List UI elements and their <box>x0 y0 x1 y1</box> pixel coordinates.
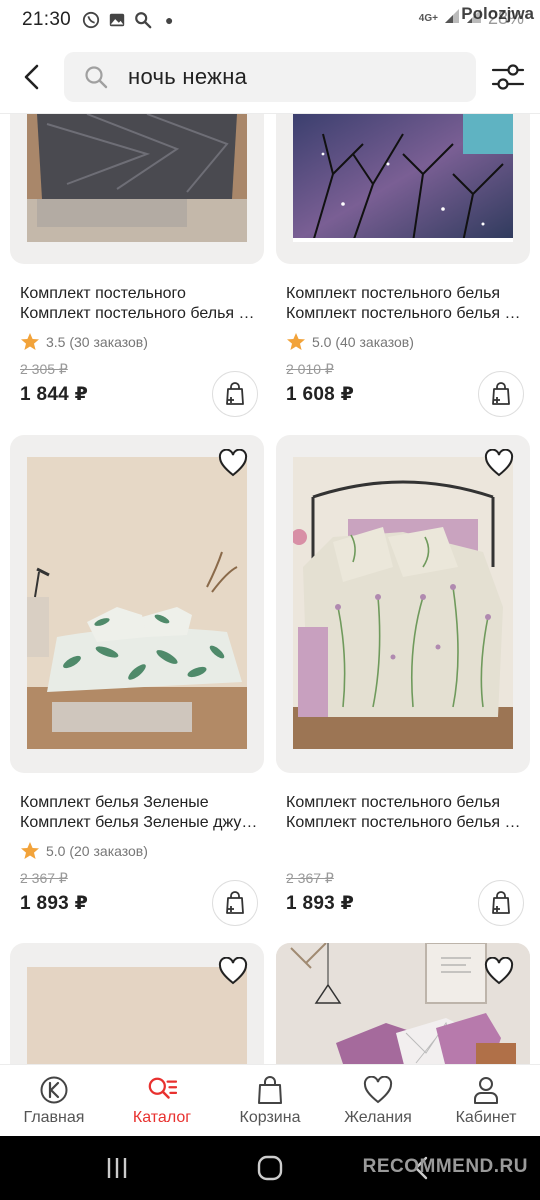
cart-add-icon <box>492 382 510 405</box>
cart-add-icon <box>226 891 244 914</box>
product-image[interactable] <box>10 114 264 264</box>
product-image[interactable] <box>10 943 264 1064</box>
cart-add-icon <box>226 382 244 405</box>
heart-icon[interactable] <box>218 449 248 477</box>
star-icon <box>21 333 39 350</box>
rating-value: 5.0 <box>46 843 66 859</box>
filter-button[interactable] <box>488 57 528 97</box>
old-price: 2 305 ₽ <box>20 361 68 377</box>
product-rating: 5.0 (40 заказов) <box>286 332 414 352</box>
search-icon <box>82 63 110 91</box>
product-photo-black-bird <box>293 114 513 242</box>
star-icon <box>287 333 305 350</box>
old-price: 2 367 ₽ <box>286 870 334 886</box>
product-title-line: Комплект белья Зеленые <box>20 794 209 811</box>
watermark-username: Polozjwa <box>461 4 534 23</box>
rating-value: 3.5 <box>46 334 66 350</box>
catalog-search-icon <box>147 1075 177 1105</box>
search-input[interactable]: ночь нежна <box>64 51 476 102</box>
old-price: 2 010 ₽ <box>286 361 334 377</box>
home-k-icon <box>39 1075 69 1105</box>
product-photo-beige-wall <box>27 967 247 1064</box>
watermark-logo: RECOMMEND.RU <box>362 1156 528 1177</box>
product-photo-taula-floral <box>293 457 513 749</box>
product-title: Комплект постельного белья Ночь Нежна Га… <box>20 305 260 322</box>
recents-button[interactable] <box>92 1148 142 1188</box>
product-title-line: Комплект постельного <box>20 285 186 302</box>
product-rating: 3.5 (30 заказов) <box>20 332 148 352</box>
star-icon <box>21 842 39 859</box>
heart-icon[interactable] <box>484 957 514 985</box>
product-card[interactable]: Комплект белья Зеленые Комплект белья Зе… <box>10 435 264 926</box>
add-to-cart-button[interactable] <box>478 371 524 417</box>
home-system-icon <box>257 1155 283 1181</box>
product-image[interactable] <box>276 943 530 1064</box>
back-button[interactable] <box>12 57 52 97</box>
product-card[interactable]: Комплект постельного белья Комплект пост… <box>276 114 530 417</box>
rating-orders: (20 заказов) <box>69 843 148 859</box>
product-title: Комплект белья Зеленые джунгли Поплин 2 … <box>20 814 260 831</box>
add-to-cart-button[interactable] <box>212 371 258 417</box>
recents-icon <box>107 1158 126 1178</box>
network-type: 4G+ <box>418 12 438 24</box>
search-status-icon <box>133 10 153 30</box>
product-title-line: Комплект постельного белья <box>286 285 501 302</box>
heart-icon[interactable] <box>218 957 248 985</box>
rating-orders: (30 заказов) <box>69 334 148 350</box>
product-image[interactable] <box>276 435 530 773</box>
nav-home-label: Главная <box>23 1109 85 1126</box>
price: 1 893 ₽ <box>286 893 355 914</box>
notification-dot-icon: ● <box>165 12 174 28</box>
price: 1 844 ₽ <box>20 384 89 405</box>
add-to-cart-button[interactable] <box>212 880 258 926</box>
profile-icon <box>471 1075 501 1105</box>
product-title: Комплект постельного белья Ночь Нежна Та… <box>286 814 526 831</box>
search-header: ночь нежна <box>0 40 540 114</box>
product-photo-grey-bedding <box>27 114 247 242</box>
search-query: ночь нежна <box>128 63 248 89</box>
price: 1 893 ₽ <box>20 893 89 914</box>
nav-wishlist[interactable]: Желания <box>324 1075 432 1127</box>
product-title-line: Комплект постельного белья <box>286 794 501 811</box>
cart-add-icon <box>492 891 510 914</box>
nav-profile[interactable]: Кабинет <box>432 1075 540 1127</box>
product-card[interactable] <box>276 943 530 1064</box>
old-price: 2 367 ₽ <box>20 870 68 886</box>
filter-sliders-icon <box>491 63 525 90</box>
product-card[interactable]: Комплект постельного Комплект постельног… <box>10 114 264 417</box>
product-photo-green-jungle <box>27 457 247 749</box>
nav-profile-label: Кабинет <box>455 1109 517 1126</box>
nav-catalog[interactable]: Каталог <box>108 1075 216 1127</box>
nav-wishlist-label: Желания <box>344 1109 412 1126</box>
gallery-icon <box>107 10 127 30</box>
product-card[interactable]: Комплект постельного белья Комплект пост… <box>276 435 530 926</box>
rating-orders: (40 заказов) <box>335 334 414 350</box>
nav-home[interactable]: Главная <box>0 1075 108 1127</box>
cart-bag-icon <box>255 1075 285 1105</box>
add-to-cart-button[interactable] <box>478 880 524 926</box>
back-arrow-icon <box>24 64 39 89</box>
heart-icon[interactable] <box>484 449 514 477</box>
nav-catalog-label: Каталог <box>132 1109 192 1126</box>
signal-icon <box>444 8 460 29</box>
home-button[interactable] <box>245 1148 295 1188</box>
product-card[interactable] <box>10 943 264 1064</box>
product-title: Комплект постельного белья Ночь Нежна Че… <box>286 305 526 322</box>
bottom-navigation: Главная Каталог Корзина Желания Кабинет <box>0 1064 540 1136</box>
status-app-icons: ● <box>81 10 174 30</box>
product-rating: 5.0 (20 заказов) <box>20 841 148 861</box>
product-image[interactable] <box>10 435 264 773</box>
status-time: 21:30 <box>22 9 72 30</box>
rating-value: 5.0 <box>312 334 332 350</box>
product-image[interactable] <box>276 114 530 264</box>
viber-icon <box>81 10 101 30</box>
product-grid: Комплект постельного Комплект постельног… <box>0 114 540 1064</box>
nav-cart-label: Корзина <box>239 1109 301 1126</box>
heart-icon <box>363 1075 393 1105</box>
price: 1 608 ₽ <box>286 384 355 405</box>
status-bar: 21:30 ● 4G+ 28% Polozjwa <box>0 0 540 40</box>
nav-cart[interactable]: Корзина <box>216 1075 324 1127</box>
